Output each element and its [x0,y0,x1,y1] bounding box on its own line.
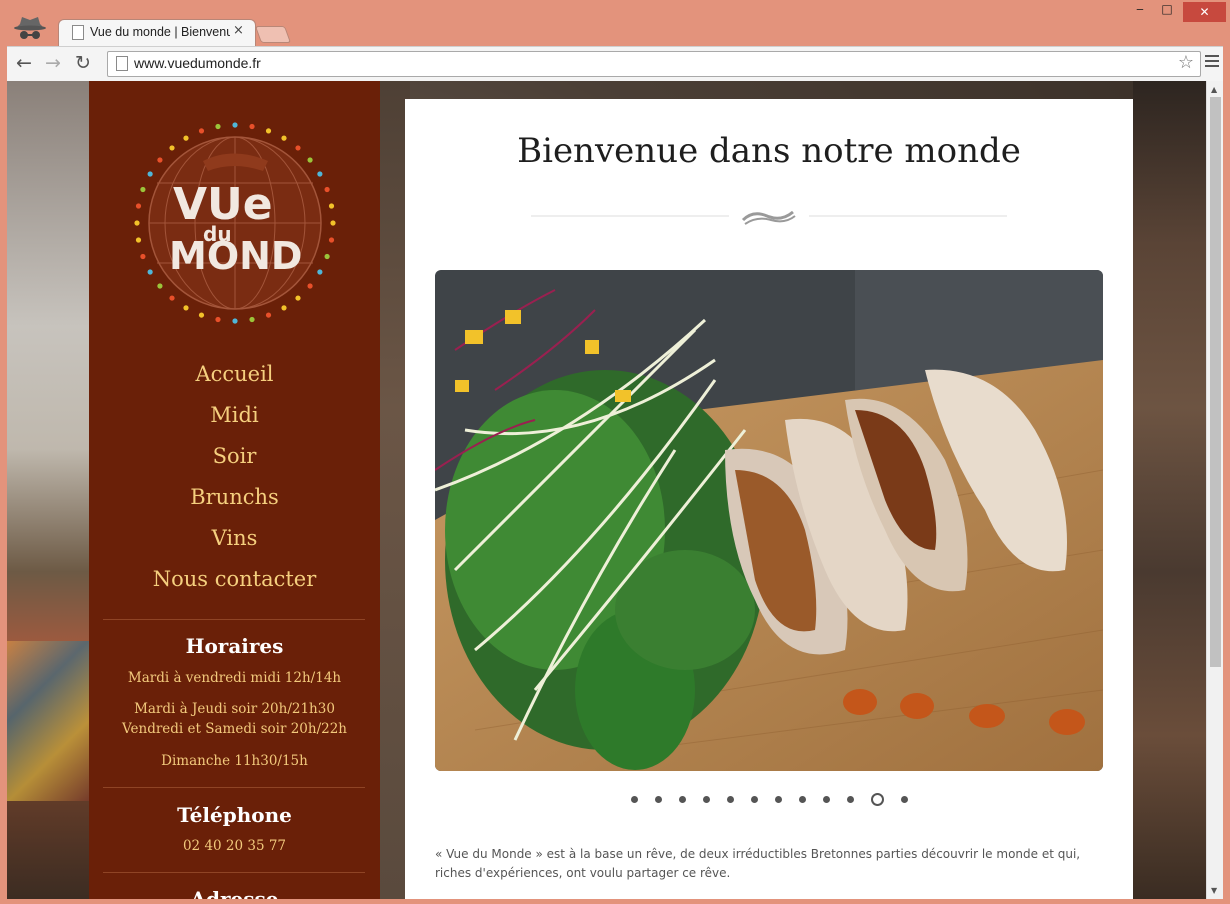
logo-dot [265,128,272,134]
hours-title: Horaires [185,634,284,658]
logo-dot [249,316,255,323]
scrollbar[interactable]: ▲ ▼ [1206,81,1223,899]
logo-dot [215,123,221,130]
logo-dot [169,145,175,151]
main-nav: Accueil Midi Soir Brunchs Vins Nous cont… [89,359,380,605]
nav-link-brunchs[interactable]: Brunchs [89,482,380,523]
slide-dot[interactable] [702,796,710,803]
nav-link-accueil[interactable]: Accueil [89,359,380,400]
browser-toolbar: ← → ↻ www.vuedumonde.fr ☆ [7,46,1223,82]
slide-dot[interactable] [678,796,686,803]
logo-dot [265,312,272,318]
logo-dot [307,157,313,163]
menu-icon[interactable] [1205,55,1219,70]
logo-dot [281,135,287,141]
slide-dot[interactable] [750,796,758,803]
logo-dot [295,145,301,151]
slide-dot[interactable] [726,796,734,803]
url-text[interactable]: www.vuedumonde.fr [134,55,261,71]
logo-dot [157,157,163,163]
hours-line: Dimanche 11h30/15h [161,753,308,769]
slide-dot[interactable] [870,793,884,806]
divider [103,619,365,620]
vue-du-monde-logo[interactable]: VUe du MOND [133,121,337,325]
logo-dot [157,283,163,289]
logo-dot [147,171,153,177]
logo-dot [215,316,221,323]
logo-dot [281,305,287,311]
nav-link-contact[interactable]: Nous contacter [89,564,380,605]
slide-dot[interactable] [630,796,638,803]
logo-dot [135,203,142,209]
ornament-divider [531,210,1007,225]
logo-dot [295,295,301,301]
divider [103,787,365,788]
address-bar[interactable]: www.vuedumonde.fr ☆ [107,51,1201,77]
page-icon [116,56,128,71]
logo-dot [140,253,146,260]
page-title: Bienvenue dans notre monde [517,131,1021,171]
logo-dot [232,318,238,324]
logo-dot [135,237,142,243]
minimize-button[interactable]: ‒ [1130,2,1150,22]
divider [103,872,365,873]
phone-title: Téléphone [177,803,292,827]
logo-dot [249,123,255,130]
scroll-down-arrow-icon[interactable]: ▼ [1211,886,1217,895]
hours-line: Mardi à vendredi midi 12h/14h [127,670,342,686]
phone-number[interactable]: 02 40 20 35 77 [89,836,380,856]
svg-text:MOND: MOND [169,234,302,278]
logo-dot [134,220,140,226]
logo-dot [328,203,335,209]
hours-line: Mardi à Jeudi soir 20h/21h30 [134,701,335,717]
intro-paragraph: « Vue du Monde » est à la base un rêve, … [435,847,1081,880]
reload-icon[interactable]: ↻ [75,52,91,74]
logo-dot [169,295,175,301]
bookmark-star-icon[interactable]: ☆ [1178,52,1194,73]
close-window-button[interactable]: ✕ [1183,2,1226,22]
page-icon [72,25,84,40]
background-photo-detail [7,641,89,801]
browser-window: Vue du monde | Bienvenue × ‒ □ ✕ ← → ↻ w… [0,0,1230,904]
main-content: Bienvenue dans notre monde « Vue du Mond… [405,99,1133,899]
slide-dot[interactable] [846,796,854,803]
incognito-icon [14,17,46,39]
logo-dot [328,237,335,243]
slide-dot[interactable] [900,796,908,803]
nav-link-vins[interactable]: Vins [89,523,380,564]
slide-dot[interactable] [798,796,806,803]
tab-close-icon[interactable]: × [233,23,244,38]
logo-dot [317,171,323,177]
logo-dot [232,122,238,128]
tab-title[interactable]: Vue du monde | Bienvenue [90,25,230,39]
logo-dot [198,128,205,134]
scrollbar-thumb[interactable] [1210,97,1221,667]
scroll-up-arrow-icon[interactable]: ▲ [1211,85,1217,94]
logo-dot [147,269,153,275]
back-arrow-icon[interactable]: ← [16,52,32,74]
slide-dot[interactable] [822,796,830,803]
slideshow-image[interactable] [435,270,1103,771]
address-title: Adresse [190,887,279,899]
forward-arrow-icon[interactable]: → [45,52,61,74]
logo-dot [324,253,330,260]
hours-line: Vendredi et Samedi soir 20h/22h [122,721,347,737]
new-tab-button[interactable] [254,26,292,43]
logo-dot [183,305,189,311]
logo-dot [183,135,189,141]
sidebar: VUe du MOND Accueil Midi Soir Brunchs Vi… [89,81,380,899]
slideshow-pager [405,789,1133,808]
logo-dot [317,269,323,275]
logo-dot [307,283,313,289]
logo-dot [330,220,336,226]
page-viewport: VUe du MOND Accueil Midi Soir Brunchs Vi… [7,81,1223,899]
slide-dot[interactable] [654,796,662,803]
logo-dot [324,186,330,193]
slide-dot[interactable] [774,796,782,803]
nav-link-midi[interactable]: Midi [89,400,380,441]
maximize-button[interactable]: □ [1156,2,1178,22]
logo-dot [198,312,205,318]
logo-dot [140,186,146,193]
nav-link-soir[interactable]: Soir [89,441,380,482]
